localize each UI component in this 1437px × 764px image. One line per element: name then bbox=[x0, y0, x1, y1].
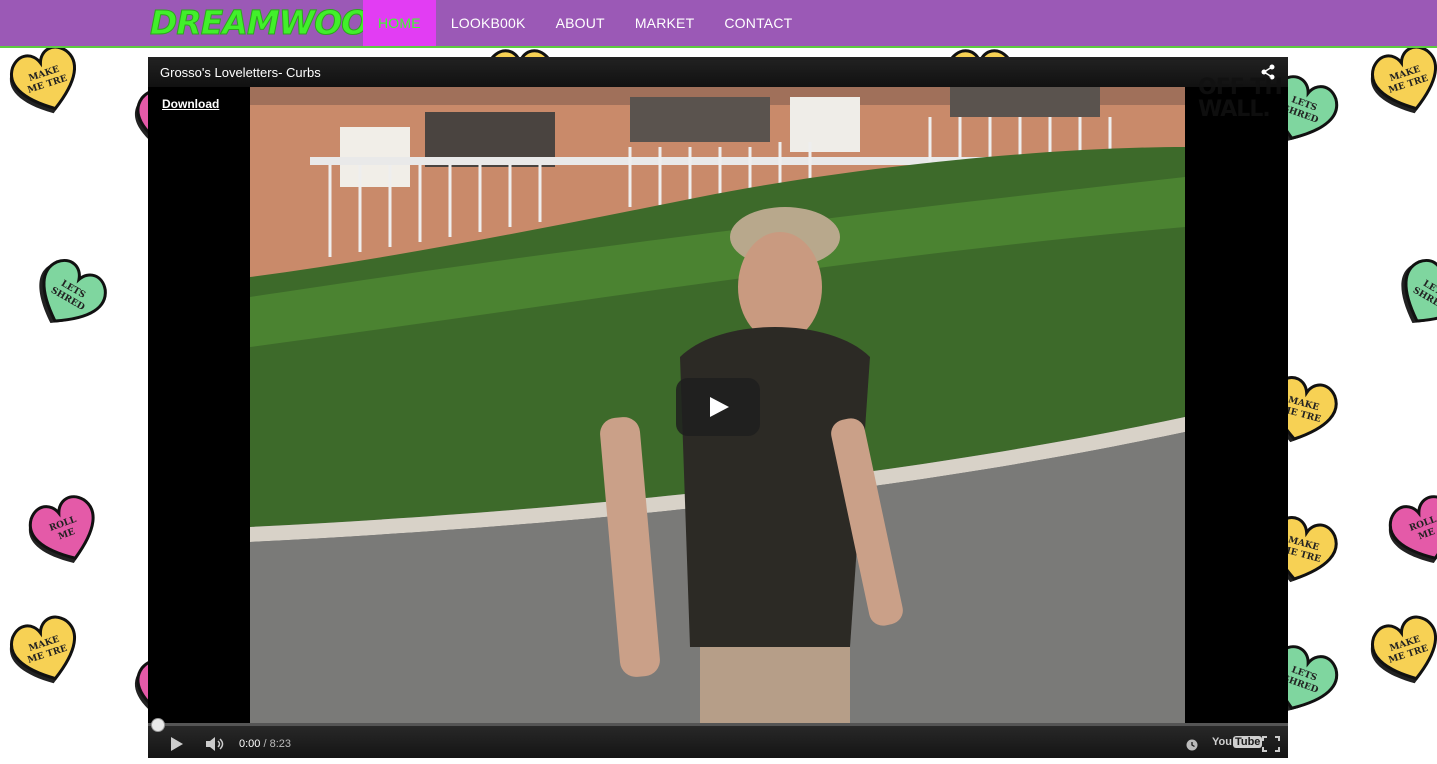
main-nav: HOME LOOKB00K ABOUT MARKET CONTACT bbox=[363, 0, 807, 46]
watermark-line-2: WALL. bbox=[1198, 97, 1271, 122]
progress-bar[interactable] bbox=[148, 718, 1288, 732]
progress-handle[interactable] bbox=[151, 718, 165, 732]
youtube-label-you: You bbox=[1212, 736, 1232, 748]
big-play-button[interactable] bbox=[676, 378, 760, 436]
candy-heart-decoration: MAKEME TRE bbox=[1367, 40, 1437, 120]
video-watermark: OFF TH WALL. bbox=[1190, 77, 1288, 137]
current-time: 0:00 bbox=[239, 738, 261, 750]
volume-icon[interactable] bbox=[206, 737, 226, 756]
video-player[interactable]: Grosso's Loveletters- Curbs Download OFF… bbox=[148, 57, 1288, 758]
nav-market[interactable]: MARKET bbox=[620, 0, 710, 46]
youtube-logo[interactable]: You Tube bbox=[1212, 736, 1263, 748]
play-icon bbox=[710, 397, 729, 417]
nav-about[interactable]: ABOUT bbox=[541, 0, 620, 46]
candy-heart-decoration: MAKEME TRE bbox=[6, 610, 86, 690]
download-link[interactable]: Download bbox=[162, 97, 219, 111]
candy-heart-decoration: ROLLME bbox=[25, 490, 105, 570]
nav-lookbook[interactable]: LOOKB00K bbox=[436, 0, 541, 46]
video-title[interactable]: Grosso's Loveletters- Curbs bbox=[160, 65, 321, 80]
site-logo[interactable]: DREAMWOOD bbox=[150, 2, 397, 44]
candy-heart-decoration: LETS SHRED bbox=[1392, 255, 1437, 335]
player-controls: 0:00 / 8:23 You Tube bbox=[148, 718, 1288, 758]
fullscreen-icon[interactable] bbox=[1262, 736, 1280, 757]
time-separator: / bbox=[260, 738, 270, 750]
watch-later-icon[interactable] bbox=[1186, 738, 1198, 756]
duration: 8:23 bbox=[269, 738, 292, 750]
player-title-bar: Grosso's Loveletters- Curbs bbox=[148, 57, 1288, 87]
top-navbar: DREAMWOOD HOME LOOKB00K ABOUT MARKET CON… bbox=[0, 0, 1437, 48]
candy-heart-decoration: ROLLME bbox=[1385, 490, 1437, 570]
nav-home[interactable]: HOME bbox=[363, 0, 436, 46]
control-play-icon[interactable] bbox=[170, 737, 184, 756]
nav-contact[interactable]: CONTACT bbox=[709, 0, 807, 46]
watermark-line-1: OFF TH bbox=[1198, 75, 1283, 100]
candy-heart-decoration: MAKEME TRE bbox=[6, 40, 86, 120]
candy-heart-decoration: MAKEME TRE bbox=[1367, 610, 1437, 690]
youtube-label-tube: Tube bbox=[1232, 736, 1263, 748]
candy-heart-decoration: LETS SHRED bbox=[30, 255, 110, 335]
time-display: 0:00 / 8:23 bbox=[239, 738, 291, 750]
